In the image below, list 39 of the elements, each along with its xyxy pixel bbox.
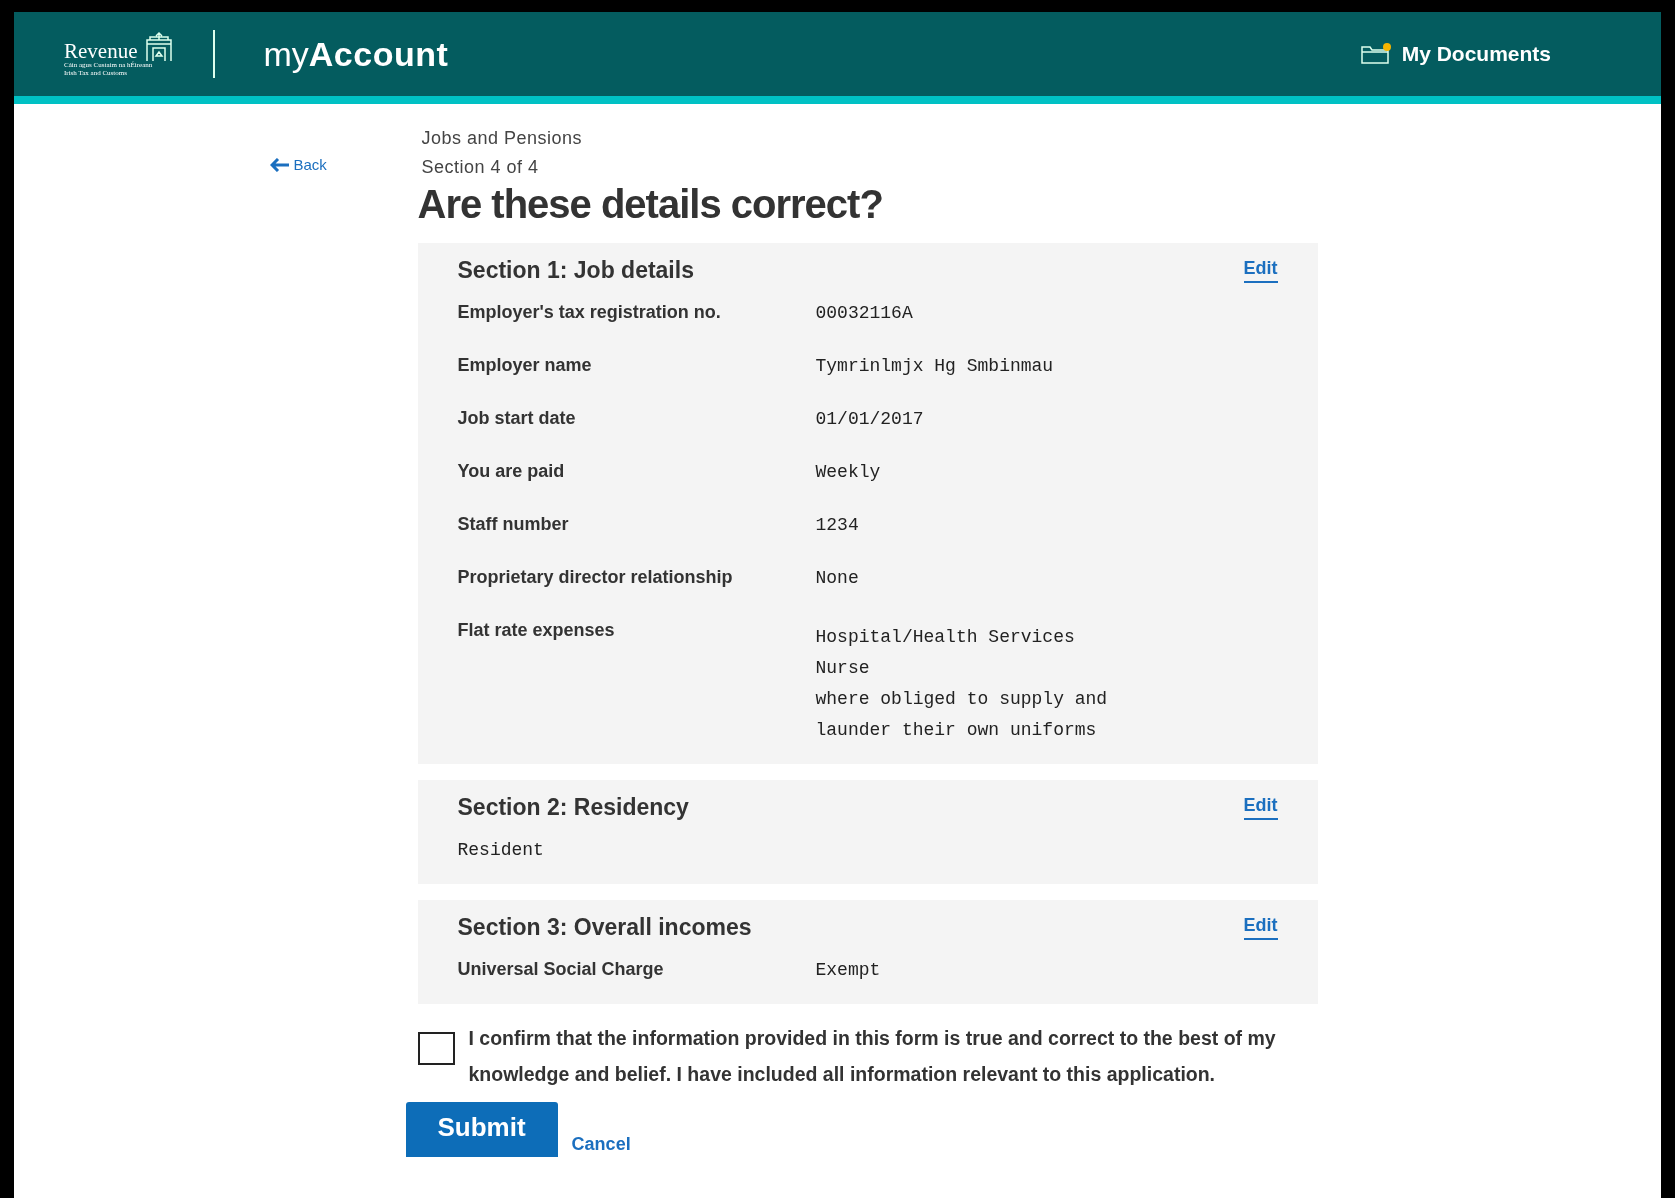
field-value: 00032116A <box>815 302 914 325</box>
folder-icon <box>1359 43 1392 65</box>
field-label: Employer's tax registration no. <box>457 301 722 324</box>
field-value: 1234 <box>815 514 860 537</box>
field-label: Job start date <box>457 407 577 430</box>
edit-link[interactable]: Edit <box>1243 258 1278 283</box>
field-value: None <box>815 567 860 590</box>
field-value: where obliged to supply and <box>815 688 1109 711</box>
product-name: myAccount <box>263 34 449 74</box>
confirm-checkbox[interactable] <box>417 1032 455 1065</box>
field-value: Hospital/Health Services <box>815 626 1076 649</box>
back-link[interactable]: Back <box>269 156 327 173</box>
category-label: Jobs and Pensions <box>421 128 583 149</box>
page-title: Are these details correct? <box>417 182 884 227</box>
field-value: Exempt <box>815 959 882 982</box>
field-label: Employer name <box>457 354 593 377</box>
building-icon <box>145 30 174 63</box>
field-label: Universal Social Charge <box>457 958 665 981</box>
field-label: Staff number <box>457 513 570 536</box>
field-value: Tymrinlmjx Hg Smbinmau <box>815 355 1055 378</box>
field-value: Resident <box>457 839 545 862</box>
edit-link[interactable]: Edit <box>1243 915 1278 940</box>
progress-label: Section 4 of 4 <box>421 157 540 178</box>
confirmation-text: I confirm that the information provided in this form is true and correct to the best of my knowledge and belief. I have included all information relevant to this application. <box>468 1026 1277 1087</box>
back-arrow-icon <box>269 157 290 172</box>
section-title: Section 2: Residency <box>457 794 689 821</box>
section-title: Section 1: Job details <box>457 257 694 284</box>
field-value: 01/01/2017 <box>815 408 925 431</box>
edit-link[interactable]: Edit <box>1243 795 1278 820</box>
field-label: Flat rate expenses <box>457 619 616 642</box>
field-value: launder their own uniforms <box>815 719 1098 742</box>
field-label: Proprietary director relationship <box>457 566 734 589</box>
field-value: Nurse <box>815 657 871 680</box>
field-label: You are paid <box>457 460 566 483</box>
section-title: Section 3: Overall incomes <box>457 914 752 941</box>
documents-link[interactable]: My Documents <box>1359 42 1551 66</box>
cancel-link[interactable]: Cancel <box>571 1134 631 1157</box>
submit-button[interactable]: Submit <box>405 1102 558 1157</box>
field-value: Weekly <box>815 461 882 484</box>
